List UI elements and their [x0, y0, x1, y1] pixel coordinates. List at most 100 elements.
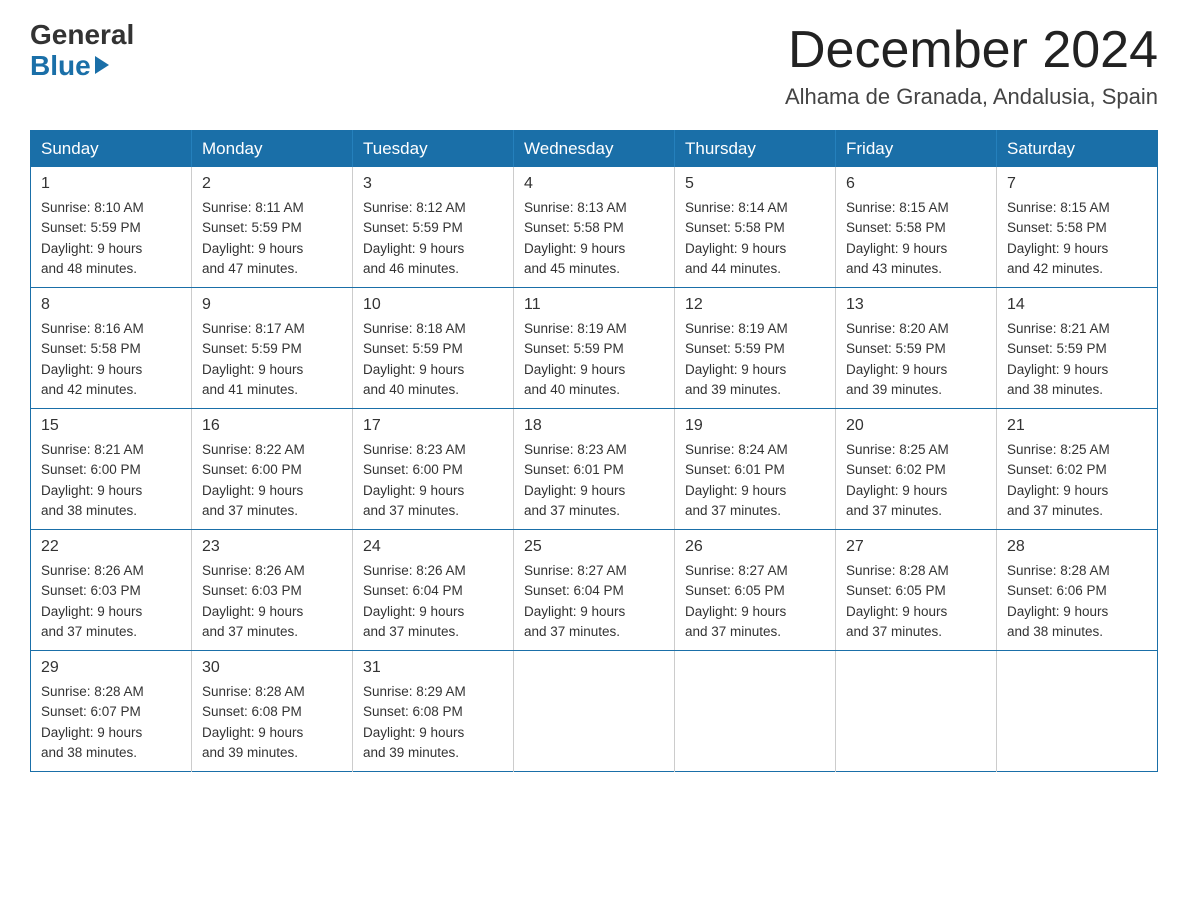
calendar-cell: 17 Sunrise: 8:23 AM Sunset: 6:00 PM Dayl… [353, 409, 514, 530]
day-number: 5 [685, 175, 825, 193]
day-info: Sunrise: 8:23 AM Sunset: 6:01 PM Dayligh… [524, 440, 664, 521]
calendar-table: SundayMondayTuesdayWednesdayThursdayFrid… [30, 130, 1158, 772]
day-number: 20 [846, 417, 986, 435]
calendar-cell: 14 Sunrise: 8:21 AM Sunset: 5:59 PM Dayl… [997, 288, 1158, 409]
logo-blue-text: Blue [30, 51, 91, 82]
calendar-cell: 30 Sunrise: 8:28 AM Sunset: 6:08 PM Dayl… [192, 651, 353, 772]
day-number: 10 [363, 296, 503, 314]
calendar-cell: 2 Sunrise: 8:11 AM Sunset: 5:59 PM Dayli… [192, 167, 353, 288]
day-number: 17 [363, 417, 503, 435]
day-info: Sunrise: 8:11 AM Sunset: 5:59 PM Dayligh… [202, 198, 342, 279]
day-number: 25 [524, 538, 664, 556]
calendar-cell: 15 Sunrise: 8:21 AM Sunset: 6:00 PM Dayl… [31, 409, 192, 530]
calendar-cell: 5 Sunrise: 8:14 AM Sunset: 5:58 PM Dayli… [675, 167, 836, 288]
calendar-cell: 13 Sunrise: 8:20 AM Sunset: 5:59 PM Dayl… [836, 288, 997, 409]
week-row-5: 29 Sunrise: 8:28 AM Sunset: 6:07 PM Dayl… [31, 651, 1158, 772]
day-number: 2 [202, 175, 342, 193]
day-number: 23 [202, 538, 342, 556]
day-number: 7 [1007, 175, 1147, 193]
calendar-cell: 11 Sunrise: 8:19 AM Sunset: 5:59 PM Dayl… [514, 288, 675, 409]
week-row-4: 22 Sunrise: 8:26 AM Sunset: 6:03 PM Dayl… [31, 530, 1158, 651]
day-info: Sunrise: 8:14 AM Sunset: 5:58 PM Dayligh… [685, 198, 825, 279]
day-number: 8 [41, 296, 181, 314]
day-number: 16 [202, 417, 342, 435]
day-info: Sunrise: 8:20 AM Sunset: 5:59 PM Dayligh… [846, 319, 986, 400]
day-info: Sunrise: 8:24 AM Sunset: 6:01 PM Dayligh… [685, 440, 825, 521]
day-info: Sunrise: 8:28 AM Sunset: 6:06 PM Dayligh… [1007, 561, 1147, 642]
logo: General Blue [30, 20, 134, 82]
calendar-cell: 20 Sunrise: 8:25 AM Sunset: 6:02 PM Dayl… [836, 409, 997, 530]
day-info: Sunrise: 8:28 AM Sunset: 6:07 PM Dayligh… [41, 682, 181, 763]
day-number: 4 [524, 175, 664, 193]
header-thursday: Thursday [675, 131, 836, 168]
calendar-cell: 27 Sunrise: 8:28 AM Sunset: 6:05 PM Dayl… [836, 530, 997, 651]
calendar-cell: 29 Sunrise: 8:28 AM Sunset: 6:07 PM Dayl… [31, 651, 192, 772]
month-title: December 2024 [785, 20, 1158, 80]
header-monday: Monday [192, 131, 353, 168]
calendar-cell: 10 Sunrise: 8:18 AM Sunset: 5:59 PM Dayl… [353, 288, 514, 409]
calendar-cell: 16 Sunrise: 8:22 AM Sunset: 6:00 PM Dayl… [192, 409, 353, 530]
calendar-cell: 26 Sunrise: 8:27 AM Sunset: 6:05 PM Dayl… [675, 530, 836, 651]
logo-general: General [30, 20, 134, 51]
calendar-cell [836, 651, 997, 772]
logo-arrow-icon [95, 56, 109, 74]
logo-blue: Blue [30, 51, 134, 82]
day-info: Sunrise: 8:27 AM Sunset: 6:05 PM Dayligh… [685, 561, 825, 642]
day-info: Sunrise: 8:19 AM Sunset: 5:59 PM Dayligh… [685, 319, 825, 400]
day-info: Sunrise: 8:28 AM Sunset: 6:05 PM Dayligh… [846, 561, 986, 642]
day-info: Sunrise: 8:25 AM Sunset: 6:02 PM Dayligh… [846, 440, 986, 521]
day-number: 9 [202, 296, 342, 314]
day-info: Sunrise: 8:25 AM Sunset: 6:02 PM Dayligh… [1007, 440, 1147, 521]
day-number: 31 [363, 659, 503, 677]
calendar-cell: 8 Sunrise: 8:16 AM Sunset: 5:58 PM Dayli… [31, 288, 192, 409]
calendar-cell: 12 Sunrise: 8:19 AM Sunset: 5:59 PM Dayl… [675, 288, 836, 409]
week-row-3: 15 Sunrise: 8:21 AM Sunset: 6:00 PM Dayl… [31, 409, 1158, 530]
calendar-cell: 7 Sunrise: 8:15 AM Sunset: 5:58 PM Dayli… [997, 167, 1158, 288]
day-number: 18 [524, 417, 664, 435]
day-number: 14 [1007, 296, 1147, 314]
calendar-cell [997, 651, 1158, 772]
calendar-cell [675, 651, 836, 772]
header-friday: Friday [836, 131, 997, 168]
header-tuesday: Tuesday [353, 131, 514, 168]
day-info: Sunrise: 8:22 AM Sunset: 6:00 PM Dayligh… [202, 440, 342, 521]
calendar-cell: 21 Sunrise: 8:25 AM Sunset: 6:02 PM Dayl… [997, 409, 1158, 530]
day-number: 29 [41, 659, 181, 677]
day-info: Sunrise: 8:26 AM Sunset: 6:03 PM Dayligh… [41, 561, 181, 642]
day-info: Sunrise: 8:21 AM Sunset: 6:00 PM Dayligh… [41, 440, 181, 521]
day-info: Sunrise: 8:10 AM Sunset: 5:59 PM Dayligh… [41, 198, 181, 279]
calendar-cell: 23 Sunrise: 8:26 AM Sunset: 6:03 PM Dayl… [192, 530, 353, 651]
day-number: 11 [524, 296, 664, 314]
day-info: Sunrise: 8:12 AM Sunset: 5:59 PM Dayligh… [363, 198, 503, 279]
day-info: Sunrise: 8:13 AM Sunset: 5:58 PM Dayligh… [524, 198, 664, 279]
day-info: Sunrise: 8:19 AM Sunset: 5:59 PM Dayligh… [524, 319, 664, 400]
header-saturday: Saturday [997, 131, 1158, 168]
week-row-1: 1 Sunrise: 8:10 AM Sunset: 5:59 PM Dayli… [31, 167, 1158, 288]
day-number: 27 [846, 538, 986, 556]
header-sunday: Sunday [31, 131, 192, 168]
calendar-cell [514, 651, 675, 772]
day-info: Sunrise: 8:17 AM Sunset: 5:59 PM Dayligh… [202, 319, 342, 400]
header-wednesday: Wednesday [514, 131, 675, 168]
calendar-cell: 6 Sunrise: 8:15 AM Sunset: 5:58 PM Dayli… [836, 167, 997, 288]
day-number: 21 [1007, 417, 1147, 435]
day-number: 15 [41, 417, 181, 435]
day-info: Sunrise: 8:23 AM Sunset: 6:00 PM Dayligh… [363, 440, 503, 521]
calendar-cell: 19 Sunrise: 8:24 AM Sunset: 6:01 PM Dayl… [675, 409, 836, 530]
day-number: 19 [685, 417, 825, 435]
calendar-cell: 1 Sunrise: 8:10 AM Sunset: 5:59 PM Dayli… [31, 167, 192, 288]
calendar-cell: 9 Sunrise: 8:17 AM Sunset: 5:59 PM Dayli… [192, 288, 353, 409]
day-info: Sunrise: 8:16 AM Sunset: 5:58 PM Dayligh… [41, 319, 181, 400]
day-info: Sunrise: 8:28 AM Sunset: 6:08 PM Dayligh… [202, 682, 342, 763]
calendar-cell: 25 Sunrise: 8:27 AM Sunset: 6:04 PM Dayl… [514, 530, 675, 651]
day-number: 1 [41, 175, 181, 193]
day-info: Sunrise: 8:26 AM Sunset: 6:04 PM Dayligh… [363, 561, 503, 642]
day-info: Sunrise: 8:18 AM Sunset: 5:59 PM Dayligh… [363, 319, 503, 400]
day-info: Sunrise: 8:26 AM Sunset: 6:03 PM Dayligh… [202, 561, 342, 642]
calendar-cell: 3 Sunrise: 8:12 AM Sunset: 5:59 PM Dayli… [353, 167, 514, 288]
calendar-cell: 24 Sunrise: 8:26 AM Sunset: 6:04 PM Dayl… [353, 530, 514, 651]
day-number: 3 [363, 175, 503, 193]
day-info: Sunrise: 8:29 AM Sunset: 6:08 PM Dayligh… [363, 682, 503, 763]
header-area: General Blue December 2024 Alhama de Gra… [30, 20, 1158, 110]
day-info: Sunrise: 8:15 AM Sunset: 5:58 PM Dayligh… [846, 198, 986, 279]
